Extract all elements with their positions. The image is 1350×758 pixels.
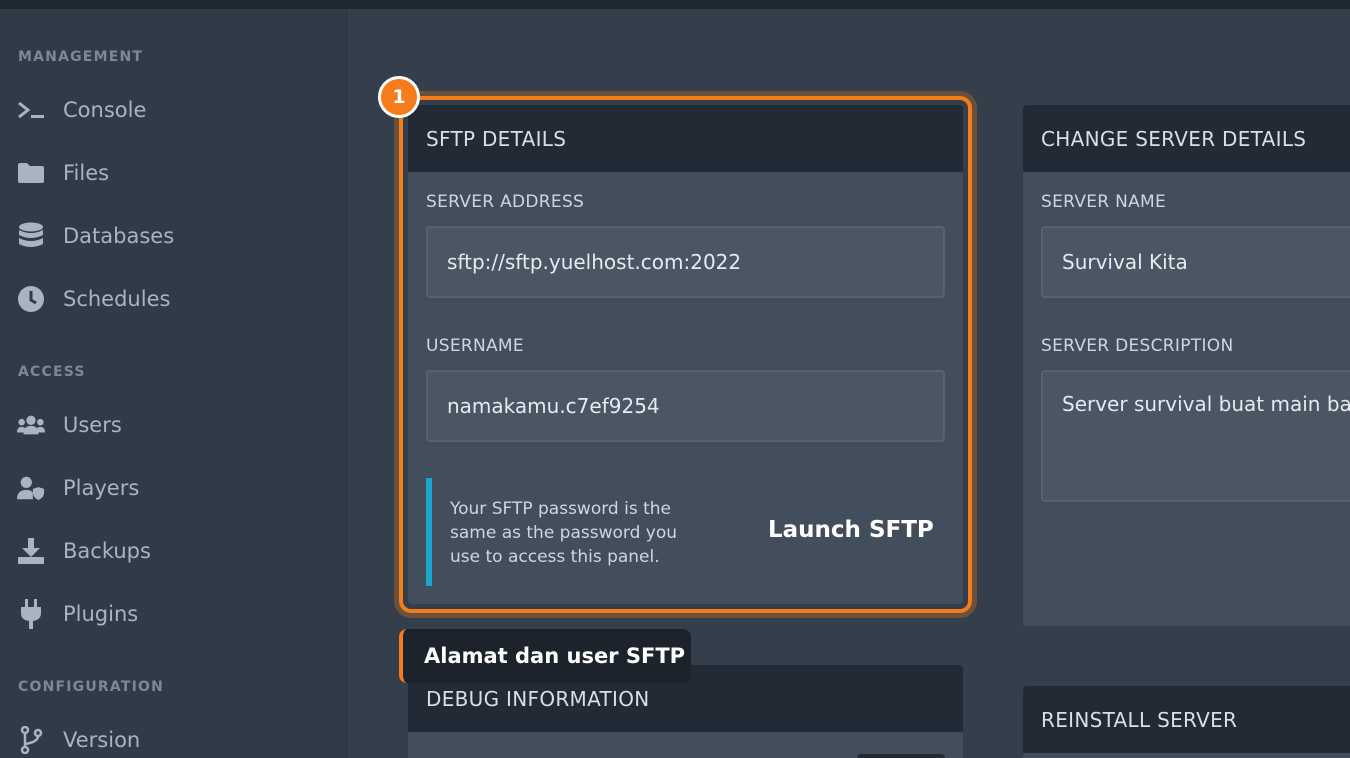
clock-icon xyxy=(17,285,45,313)
tutorial-tooltip: Alamat dan user SFTP xyxy=(399,629,691,683)
sidebar-item-plugins[interactable]: Plugins xyxy=(0,590,346,638)
reinstall-server-card: REINSTALL SERVER xyxy=(1023,686,1350,758)
sidebar-item-databases[interactable]: Databases xyxy=(0,212,346,260)
sidebar-item-label: Files xyxy=(63,161,110,185)
server-name-label: SERVER NAME xyxy=(1041,192,1167,212)
server-description-label: SERVER DESCRIPTION xyxy=(1041,336,1234,356)
database-icon xyxy=(17,222,45,250)
branch-icon xyxy=(17,726,45,754)
user-shield-icon xyxy=(17,474,45,502)
section-configuration: CONFIGURATION xyxy=(18,679,165,695)
sidebar-item-files[interactable]: Files xyxy=(0,149,346,197)
section-management: MANAGEMENT xyxy=(18,49,144,65)
reinstall-server-title: REINSTALL SERVER xyxy=(1023,686,1350,753)
sidebar-item-players[interactable]: Players xyxy=(0,464,346,512)
sidebar-item-label: Players xyxy=(63,476,140,500)
sidebar-item-label: Version xyxy=(63,728,141,752)
sidebar-item-backups[interactable]: Backups xyxy=(0,527,346,575)
sidebar-item-label: Plugins xyxy=(63,602,139,626)
sidebar-item-schedules[interactable]: Schedules xyxy=(0,275,346,323)
sidebar-item-console[interactable]: Console xyxy=(0,86,346,134)
top-bar xyxy=(0,0,1350,9)
sidebar-item-label: Backups xyxy=(63,539,151,563)
terminal-icon xyxy=(17,96,45,124)
section-access: ACCESS xyxy=(18,364,86,380)
sidebar-item-label: Databases xyxy=(63,224,175,248)
sidebar-item-label: Console xyxy=(63,98,147,122)
tutorial-highlight-frame xyxy=(399,96,972,613)
server-name-field[interactable]: Survival Kita xyxy=(1041,226,1350,298)
download-icon xyxy=(17,537,45,565)
sidebar-item-label: Users xyxy=(63,413,122,437)
change-server-card: CHANGE SERVER DETAILS SERVER NAME Surviv… xyxy=(1023,105,1350,626)
folder-icon xyxy=(17,159,45,187)
sidebar-item-version[interactable]: Version xyxy=(0,716,346,758)
change-server-title: CHANGE SERVER DETAILS xyxy=(1023,105,1350,172)
plug-icon xyxy=(17,599,45,629)
server-description-field[interactable]: Server survival buat main ba xyxy=(1041,370,1350,502)
sidebar: MANAGEMENT Console Files Databases Sched… xyxy=(0,9,347,758)
users-icon xyxy=(17,411,45,439)
tutorial-tooltip-text: Alamat dan user SFTP xyxy=(424,644,686,668)
debug-action-button[interactable] xyxy=(857,754,945,758)
sidebar-item-label: Schedules xyxy=(63,287,171,311)
sidebar-item-users[interactable]: Users xyxy=(0,401,346,449)
step-marker: 1 xyxy=(378,76,420,118)
